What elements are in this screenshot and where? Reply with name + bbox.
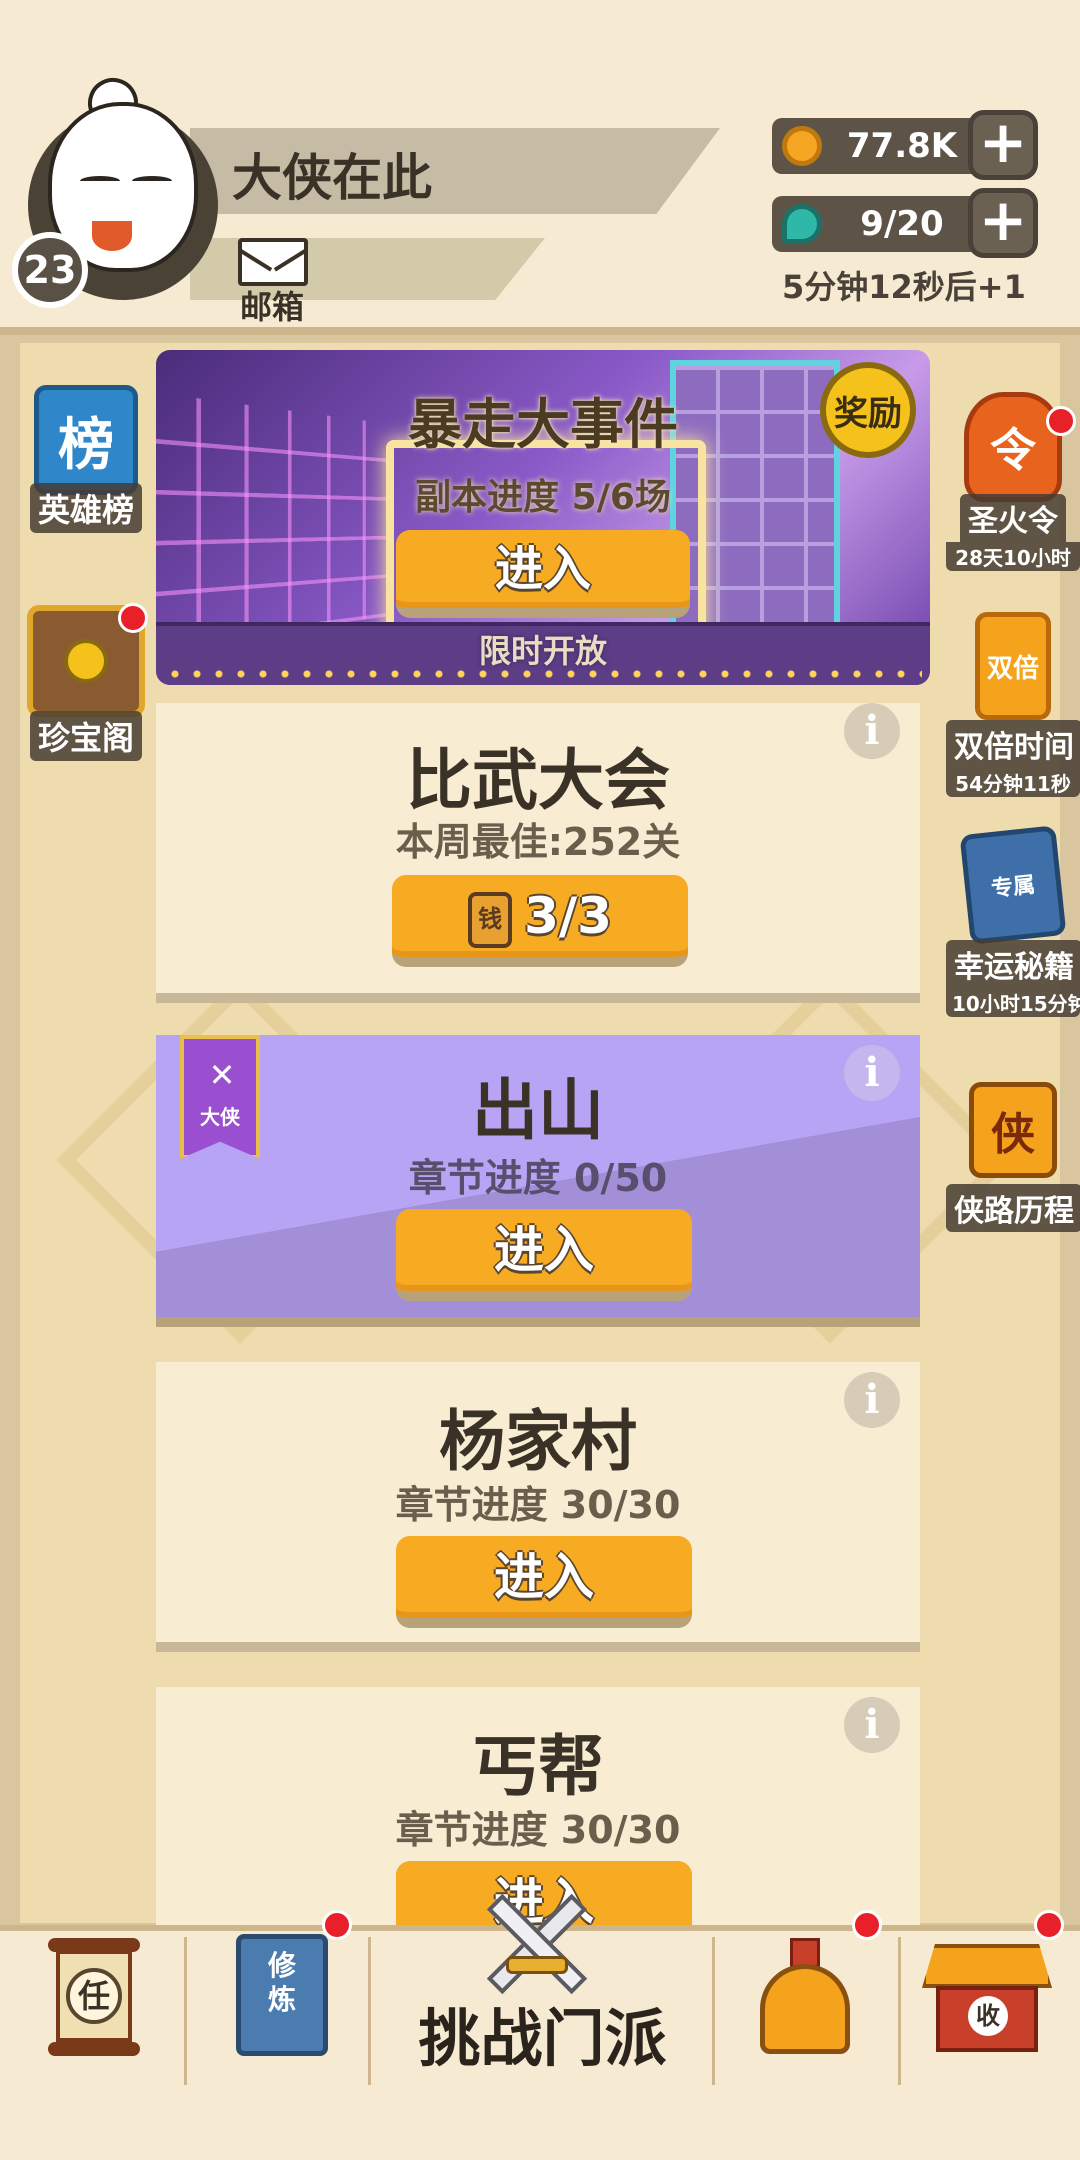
add-coins-button[interactable]: + — [968, 110, 1038, 180]
hero-journey-label: 侠路历程 — [946, 1184, 1080, 1232]
ticket-count: 3/3 — [524, 887, 612, 945]
chapter-enter-button[interactable]: 进入 — [396, 1209, 692, 1301]
tournament-card[interactable]: 比武大会 本周最佳:252关 钱 3/3 i — [156, 703, 920, 1003]
holy-flame-label: 圣火令 — [960, 494, 1066, 542]
nav-cultivate-button[interactable]: 修炼 — [236, 1934, 328, 2056]
coin-ticket-icon: 钱 — [468, 891, 513, 948]
coin-icon — [782, 126, 822, 166]
player-name: 大侠在此 — [232, 149, 432, 207]
stamina-timer: 5分钟12秒后+1 — [782, 268, 1026, 306]
treasure-pavilion-label: 珍宝阁 — [29, 711, 142, 761]
flame-token-icon: 令 — [964, 392, 1062, 502]
helmet-icon — [760, 1964, 850, 2054]
event-progress: 副本进度 5/6场 — [415, 477, 671, 518]
event-title: 暴走大事件 — [408, 393, 678, 456]
chapter-card-debut[interactable]: 大侠 ✕ 出山 章节进度 0/50 进入 i — [156, 1035, 920, 1327]
double-time-timer: 54分钟11秒 — [946, 768, 1080, 797]
journey-lantern-icon: 侠 — [969, 1082, 1057, 1178]
card-title: 比武大会 — [406, 742, 670, 819]
card-title: 杨家村 — [439, 1403, 637, 1480]
event-reward-badge[interactable]: 奖励 — [820, 362, 916, 458]
notification-dot — [322, 1910, 352, 1940]
notification-dot — [1034, 1910, 1064, 1940]
secret-book-icon: 专属 — [959, 825, 1067, 945]
card-subtitle: 章节进度 30/30 — [395, 1483, 681, 1527]
coin-amount: 77.8K — [846, 126, 958, 166]
info-icon[interactable]: i — [844, 703, 900, 759]
card-subtitle: 本周最佳:252关 — [395, 820, 681, 864]
card-title: 出山 — [472, 1072, 604, 1149]
holy-flame-timer: 28天10小时 — [946, 542, 1080, 571]
stamina-amount: 9/20 — [860, 204, 944, 244]
info-icon[interactable]: i — [844, 1697, 900, 1753]
lucky-secret-book-button[interactable]: 专属 幸运秘籍 10小时15分钟 — [946, 825, 1080, 1017]
card-subtitle: 章节进度 0/50 — [408, 1156, 668, 1200]
level-badge: 23 — [12, 232, 88, 308]
tournament-ticket-button[interactable]: 钱 3/3 — [392, 875, 688, 967]
chapter-card-yang-village[interactable]: 杨家村 章节进度 30/30 进入 i — [156, 1362, 920, 1652]
double-time-button[interactable]: 双倍 双倍时间 54分钟11秒 — [946, 612, 1080, 797]
hero-ranking-button[interactable]: 榜 英雄榜 — [22, 385, 150, 533]
nav-tasks-button[interactable]: 任 — [48, 1938, 140, 2058]
bottom-safe-area — [0, 2085, 1080, 2160]
scroll-icon: 任 — [56, 1950, 132, 2042]
leaderboard-banner-icon: 榜 — [34, 385, 138, 495]
lucky-secret-book-label: 幸运秘籍 — [946, 940, 1080, 988]
holy-flame-button[interactable]: 令 圣火令 28天10小时 — [946, 392, 1080, 571]
add-stamina-button[interactable]: + — [968, 188, 1038, 258]
info-icon[interactable]: i — [844, 1045, 900, 1101]
nav-equipment-button[interactable] — [756, 1938, 856, 2056]
lucky-secret-book-timer: 10小时15分钟 — [946, 988, 1080, 1017]
stamina-drop-icon — [782, 204, 822, 244]
double-scroll-icon: 双倍 — [975, 612, 1051, 720]
hero-journey-button[interactable]: 侠 侠路历程 — [946, 1082, 1080, 1232]
info-icon[interactable]: i — [844, 1372, 900, 1428]
mail-label[interactable]: 邮箱 — [240, 282, 304, 328]
card-subtitle: 章节进度 30/30 — [395, 1808, 681, 1852]
double-time-label: 双倍时间 — [946, 720, 1080, 768]
shop-house-icon: 收 — [936, 1986, 1038, 2052]
mail-icon[interactable] — [237, 238, 309, 286]
nav-shop-button[interactable]: 收 — [922, 1944, 1052, 2056]
book-icon: 修炼 — [267, 1949, 296, 2016]
event-limited-label: 限时开放 — [478, 632, 607, 670]
chest-star-emblem — [64, 639, 108, 683]
card-title: 丐帮 — [472, 1728, 604, 1805]
nav-challenge-sect-button[interactable]: 挑战门派 — [370, 1988, 715, 2078]
notification-dot — [118, 603, 148, 633]
crossed-swords-icon — [478, 1890, 596, 2000]
event-banner[interactable]: 暴走大事件 副本进度 5/6场 进入 限时开放 — [156, 350, 930, 685]
hero-ranking-label: 英雄榜 — [29, 483, 142, 533]
chapter-enter-button[interactable]: 进入 — [396, 1536, 692, 1628]
notification-dot — [1046, 406, 1076, 436]
treasure-pavilion-button[interactable]: 珍宝阁 — [22, 603, 150, 761]
event-enter-button[interactable]: 进入 — [396, 530, 690, 618]
notification-dot — [852, 1910, 882, 1940]
